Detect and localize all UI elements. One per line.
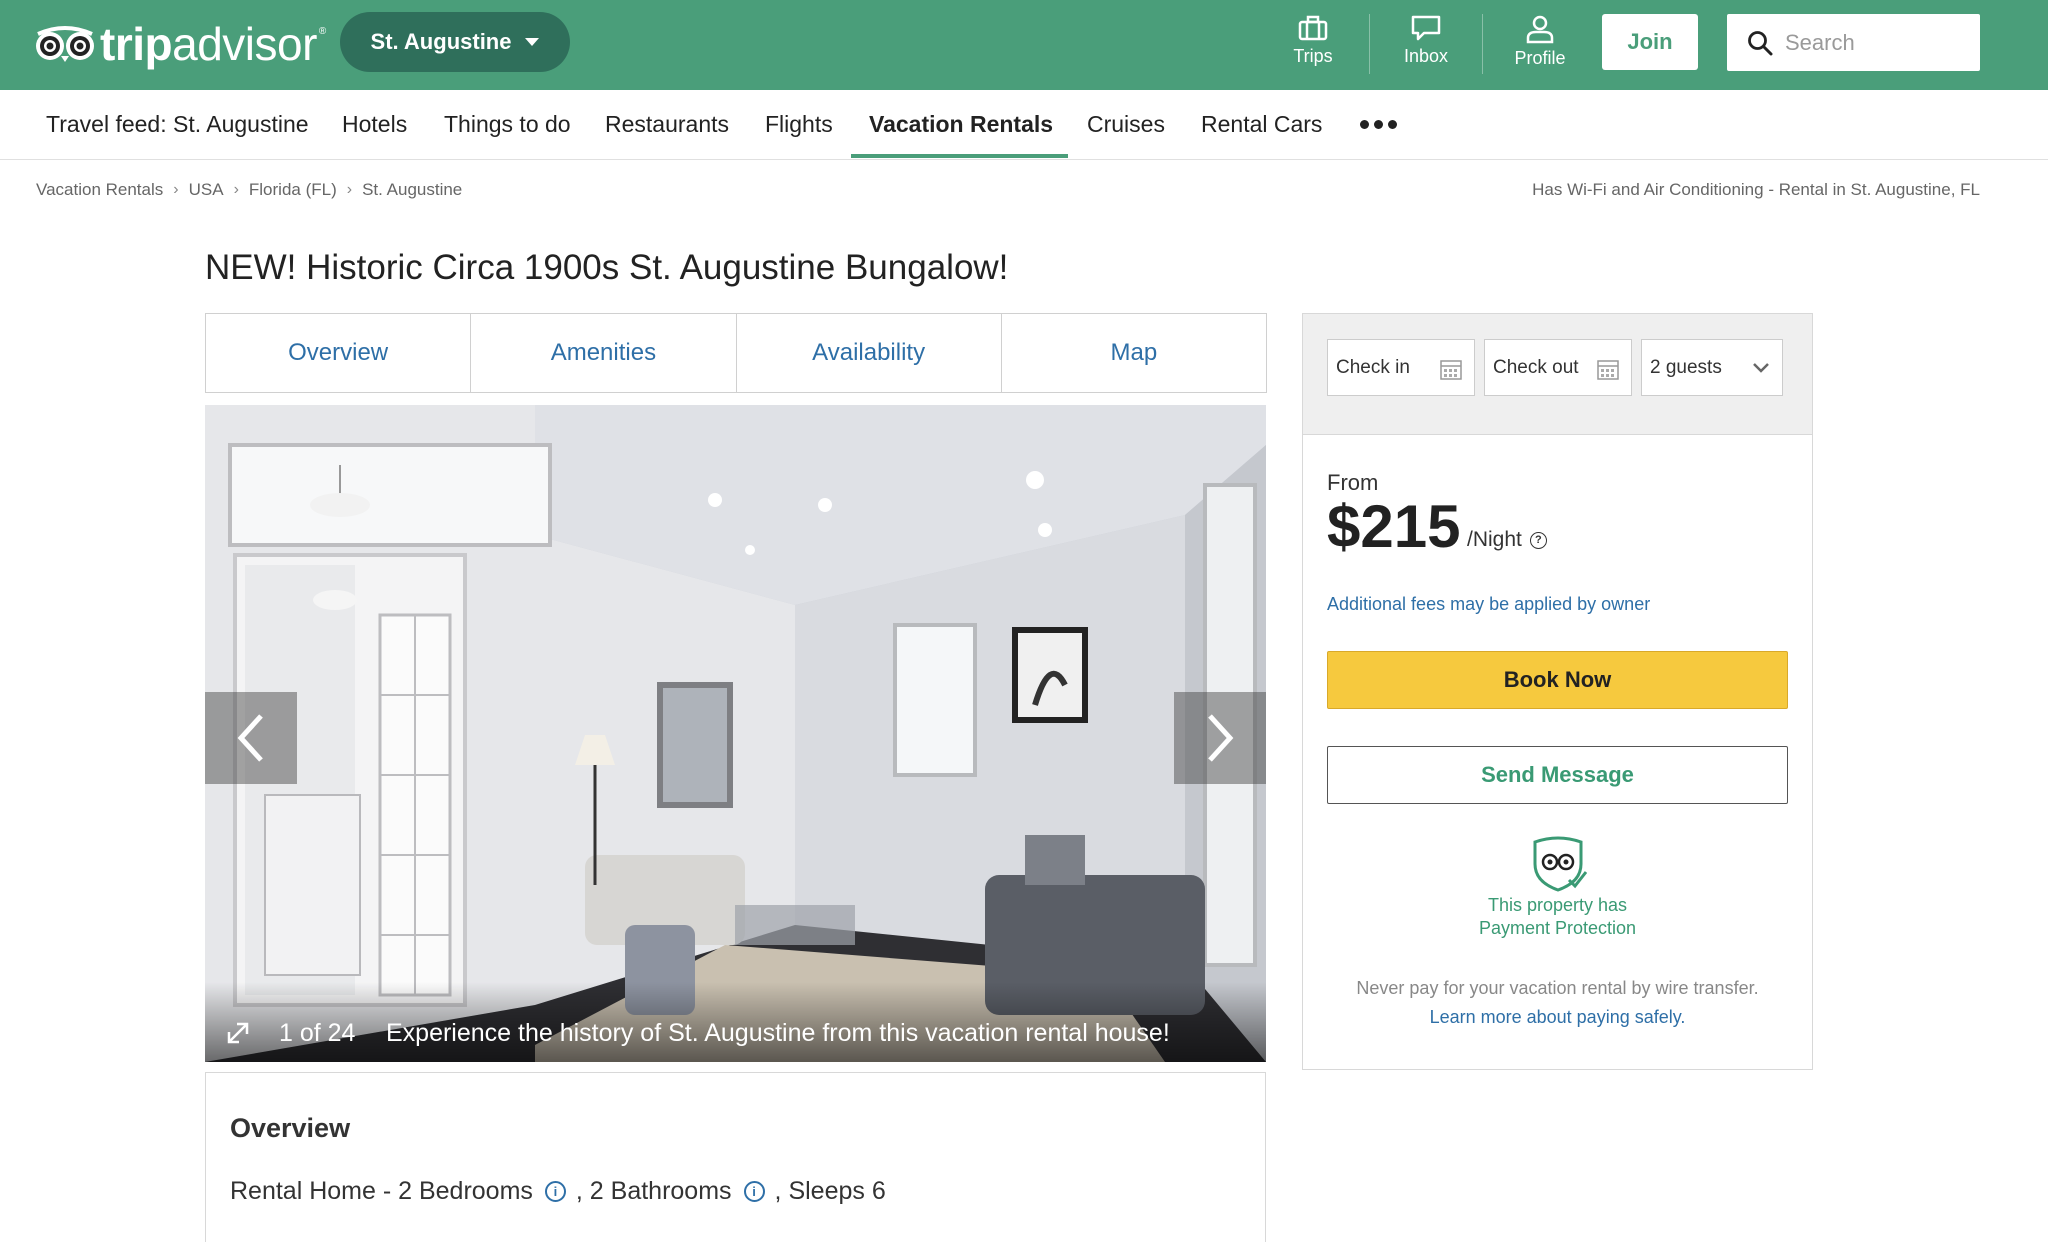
nav-inbox-label: Inbox xyxy=(1403,46,1449,66)
chevron-left-icon xyxy=(237,714,263,762)
calendar-icon xyxy=(1440,360,1462,380)
per-night-label: /Night ? xyxy=(1467,528,1547,552)
subnav-rental-cars[interactable]: Rental Cars xyxy=(1201,90,1322,160)
guests-select[interactable]: 2 guests xyxy=(1641,339,1783,396)
person-icon xyxy=(1526,15,1554,44)
tab-map[interactable]: Map xyxy=(1002,314,1266,392)
subnav-hotels[interactable]: Hotels xyxy=(342,90,407,160)
page-title: NEW! Historic Circa 1900s St. Augustine … xyxy=(205,248,1009,287)
check-in-label: Check in xyxy=(1336,356,1410,378)
caret-down-icon xyxy=(525,38,540,46)
nav-profile-label: Profile xyxy=(1514,48,1566,68)
additional-fees-link[interactable]: Additional fees may be applied by owner xyxy=(1327,594,1650,615)
learn-more-link[interactable]: Learn more about paying safely. xyxy=(1303,1003,1812,1032)
next-photo-button[interactable] xyxy=(1174,692,1266,784)
subnav-cruises[interactable]: Cruises xyxy=(1087,90,1165,160)
tab-amenities[interactable]: Amenities xyxy=(471,314,737,392)
payment-protection-text: This property has Payment Protection xyxy=(1478,895,1637,938)
top-header: tripadvisor ® St. Augustine Trips Inbox … xyxy=(0,0,2048,90)
property-bedrooms: Rental Home - 2 Bedrooms xyxy=(230,1177,533,1205)
chevron-right-icon xyxy=(1208,714,1234,762)
nightly-price: $215 xyxy=(1327,493,1461,560)
nav-trips-label: Trips xyxy=(1293,46,1333,66)
nav-inbox[interactable]: Inbox xyxy=(1376,14,1476,76)
category-nav: Travel feed: St. Augustine Hotels Things… xyxy=(0,90,2048,160)
send-message-button[interactable]: Send Message xyxy=(1327,746,1788,804)
guests-value: 2 guests xyxy=(1650,356,1722,378)
logo-wordmark: tripadvisor xyxy=(100,18,317,70)
bathrooms-info-icon[interactable]: i xyxy=(743,1181,765,1202)
wire-transfer-note: Never pay for your vacation rental by wi… xyxy=(1303,974,1812,1032)
overview-section: Overview Rental Home - 2 Bedrooms i , 2 … xyxy=(205,1072,1266,1242)
search-input[interactable]: Search xyxy=(1727,14,1980,71)
subnav-flights[interactable]: Flights xyxy=(765,90,833,160)
subnav-things-to-do[interactable]: Things to do xyxy=(444,90,571,160)
breadcrumb: Vacation Rentals › USA › Florida (FL) › … xyxy=(36,180,462,200)
chat-bubble-icon xyxy=(1411,15,1441,41)
breadcrumb-vacation-rentals[interactable]: Vacation Rentals xyxy=(36,180,163,200)
more-menu-icon[interactable] xyxy=(1360,120,1397,129)
calendar-icon xyxy=(1597,360,1619,380)
photo-caption: Experience the history of St. Augustine … xyxy=(386,1019,1170,1047)
property-sleeps: , Sleeps 6 xyxy=(774,1177,886,1205)
search-placeholder: Search xyxy=(1785,29,1855,55)
expand-icon[interactable] xyxy=(223,1018,253,1048)
chevron-down-icon xyxy=(1753,363,1769,373)
active-tab-indicator xyxy=(851,154,1068,158)
check-out-field[interactable]: Check out xyxy=(1484,339,1632,396)
book-now-button[interactable]: Book Now xyxy=(1327,651,1788,709)
tripadvisor-logo[interactable]: tripadvisor ® xyxy=(34,16,326,72)
check-out-label: Check out xyxy=(1493,356,1579,378)
payment-protection-shield-icon xyxy=(1533,836,1587,892)
nav-profile[interactable]: Profile xyxy=(1490,14,1590,76)
subnav-vacation-rentals[interactable]: Vacation Rentals xyxy=(869,90,1053,160)
nav-trips[interactable]: Trips xyxy=(1263,14,1363,76)
booking-panel: Check in Check out 2 guests From $215 /N… xyxy=(1302,313,1813,1070)
join-button[interactable]: Join xyxy=(1602,14,1698,70)
bedrooms-info-icon[interactable]: i xyxy=(544,1181,566,1202)
photo-counter: 1 of 24 xyxy=(279,1019,356,1047)
photo-carousel[interactable]: 1 of 24 Experience the history of St. Au… xyxy=(205,405,1266,1062)
tab-overview[interactable]: Overview xyxy=(206,314,472,392)
property-summary: Rental Home - 2 Bedrooms i , 2 Bathrooms… xyxy=(230,1177,886,1206)
nav-divider xyxy=(1369,14,1370,74)
listing-subtitle: Has Wi-Fi and Air Conditioning - Rental … xyxy=(1532,180,1980,199)
briefcase-icon xyxy=(1298,15,1328,41)
search-icon xyxy=(1748,30,1773,55)
breadcrumb-florida[interactable]: Florida (FL) xyxy=(249,180,337,200)
tab-availability[interactable]: Availability xyxy=(737,314,1002,392)
breadcrumb-usa[interactable]: USA xyxy=(189,180,224,200)
subnav-restaurants[interactable]: Restaurants xyxy=(605,90,729,160)
check-in-field[interactable]: Check in xyxy=(1327,339,1475,396)
property-bathrooms: , 2 Bathrooms xyxy=(575,1177,732,1205)
price-help-icon[interactable]: ? xyxy=(1529,531,1547,549)
subnav-travel-feed[interactable]: Travel feed: St. Augustine xyxy=(46,90,309,160)
owl-logo-icon xyxy=(36,26,94,62)
living-room-photo xyxy=(205,405,1266,1062)
breadcrumb-st-augustine[interactable]: St. Augustine xyxy=(362,180,462,200)
location-label: St. Augustine xyxy=(370,29,512,54)
nav-divider xyxy=(1482,14,1483,74)
location-selector[interactable]: St. Augustine xyxy=(340,12,570,72)
chevron-right-icon: › xyxy=(233,181,239,198)
overview-heading: Overview xyxy=(230,1113,351,1143)
previous-photo-button[interactable] xyxy=(205,692,297,784)
chevron-right-icon: › xyxy=(173,181,179,198)
booking-search-bar: Check in Check out 2 guests xyxy=(1303,314,1812,435)
listing-tabs: Overview Amenities Availability Map xyxy=(205,313,1267,393)
chevron-right-icon: › xyxy=(346,181,353,198)
